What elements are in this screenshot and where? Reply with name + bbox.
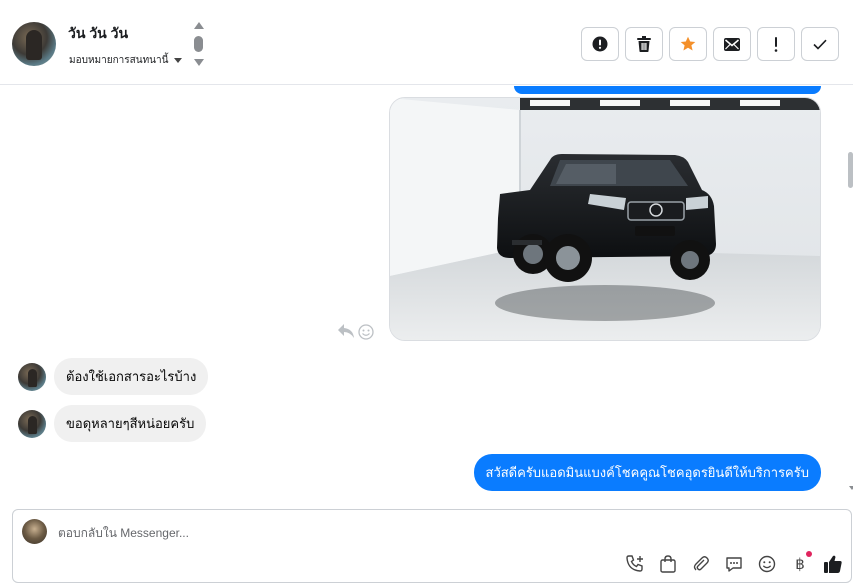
report-spam-button[interactable] [581, 27, 619, 61]
conversation-nav-scroller[interactable] [192, 22, 206, 68]
conversation-header: วัน วัน วัน มอบหมายการสนทนานี้ [0, 0, 853, 85]
star-icon [680, 36, 696, 51]
scroll-down-icon[interactable] [849, 486, 853, 490]
notification-dot [806, 551, 812, 557]
page-avatar [22, 519, 47, 544]
truck-photo-attachment[interactable] [389, 97, 821, 341]
chat-bubble-icon [726, 557, 742, 572]
outgoing-message-bubble[interactable] [514, 86, 821, 94]
chevron-down-icon [174, 58, 183, 63]
reply-icon[interactable] [338, 324, 354, 338]
shop-button[interactable] [658, 554, 678, 574]
message-thread[interactable]: ต้องใช้เอกสารอะไรบ้าง ขอดุหลายๆสีหน่อยคร… [0, 86, 853, 506]
incoming-message-row: ขอดุหลายๆสีหน่อยครับ [18, 405, 207, 442]
assign-label: มอบหมายการสนทนานี้ [69, 55, 169, 66]
phone-plus-icon [626, 555, 643, 572]
reply-input[interactable]: ตอบกลับใน Messenger... [58, 524, 189, 543]
paperclip-icon [693, 556, 709, 571]
contact-avatar[interactable] [12, 22, 56, 66]
mark-unread-button[interactable] [713, 27, 751, 61]
baht-icon: ฿ [795, 555, 805, 573]
incoming-message-bubble[interactable]: ต้องใช้เอกสารอะไรบ้าง [54, 358, 209, 395]
thread-scrollbar[interactable] [848, 152, 853, 188]
mark-done-button[interactable] [801, 27, 839, 61]
emoji-button[interactable] [757, 554, 777, 574]
pickup-truck-image [390, 98, 820, 340]
incoming-message-row: ต้องใช้เอกสารอะไรบ้าง [18, 358, 209, 395]
exclamation-icon [774, 36, 778, 52]
emoji-react-icon[interactable] [358, 324, 374, 340]
payment-button[interactable]: ฿ [790, 551, 812, 574]
incoming-message-bubble[interactable]: ขอดุหลายๆสีหน่อยครับ [54, 405, 207, 442]
arrow-up-icon[interactable] [194, 22, 204, 29]
like-button[interactable] [823, 554, 843, 574]
contact-name[interactable]: วัน วัน วัน [68, 23, 128, 45]
call-button[interactable] [625, 554, 645, 574]
shopping-bag-icon [660, 555, 676, 573]
outgoing-message-bubble[interactable]: สวัสดีครับแอดมินแบงค์โชคคูณโชคอุดรยินดีใ… [473, 454, 821, 491]
message-actions [338, 324, 374, 340]
star-button[interactable] [669, 27, 707, 61]
assign-conversation-dropdown[interactable]: มอบหมายการสนทนานี้ [69, 53, 183, 68]
arrow-down-icon[interactable] [194, 59, 204, 66]
composer-toolbar: ฿ [625, 551, 843, 574]
exclamation-circle-icon [592, 36, 608, 52]
attach-button[interactable] [691, 554, 711, 574]
check-icon [813, 39, 827, 50]
scroll-thumb[interactable] [194, 36, 203, 52]
conversation-toolbar [581, 27, 839, 61]
contact-avatar-small [18, 362, 46, 391]
saved-replies-button[interactable] [724, 554, 744, 574]
thumbs-up-icon [824, 555, 842, 573]
reply-composer[interactable]: ตอบกลับใน Messenger... ฿ [12, 509, 852, 583]
contact-avatar-small [18, 409, 46, 438]
delete-button[interactable] [625, 27, 663, 61]
smiley-icon [758, 555, 776, 573]
follow-up-button[interactable] [757, 27, 795, 61]
envelope-icon [724, 37, 740, 51]
trash-icon [637, 36, 651, 52]
